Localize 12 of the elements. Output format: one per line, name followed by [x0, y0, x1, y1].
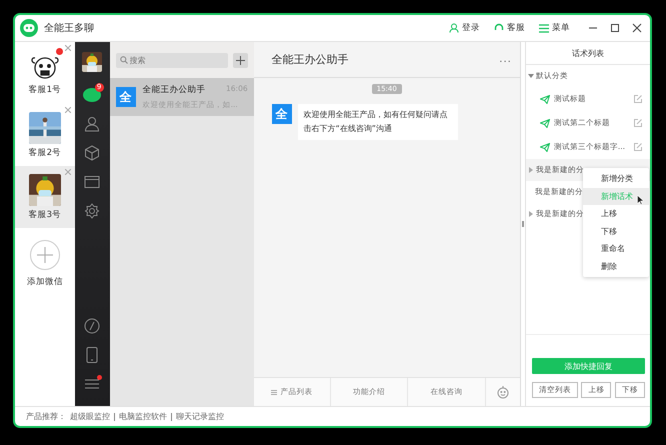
chat-title: 全能王办公助手 — [272, 52, 349, 67]
add-account-label: 添加微信 — [26, 276, 63, 288]
footer-label: 产品推荐： — [26, 411, 66, 422]
window-title: 全能王多聊 — [44, 22, 95, 35]
account-name: 客服3号 — [28, 208, 61, 220]
avatar: 全 — [272, 104, 292, 124]
account-name: 客服2号 — [28, 146, 61, 158]
avatar: 全 — [116, 87, 136, 107]
chat-name: 全能王办公助手 — [142, 84, 206, 96]
message-bubble: 欢迎使用全能王产品，如有任何疑问请点击右下方“在线咨询”沟通 — [298, 104, 458, 140]
account-name: 客服1号 — [28, 84, 61, 96]
panel-title: 话术列表 — [526, 42, 650, 65]
